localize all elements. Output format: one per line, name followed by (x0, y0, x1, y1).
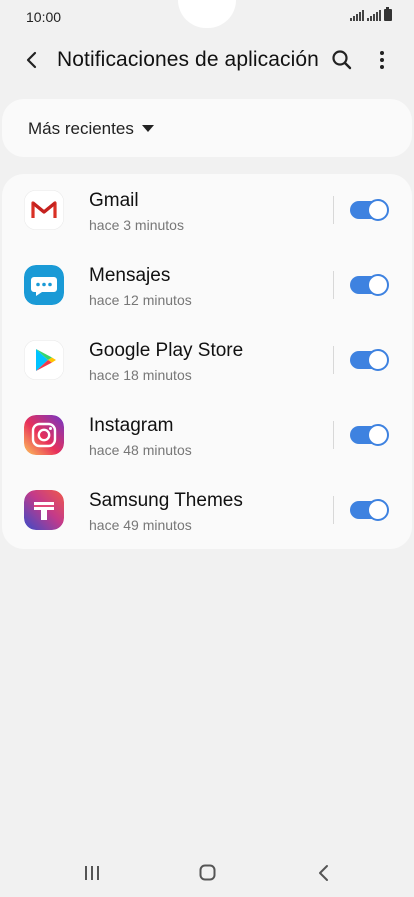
app-row-mensajes[interactable]: Mensajes hace 12 minutos (2, 249, 412, 324)
app-name: Mensajes (89, 265, 171, 286)
samsung-themes-icon (24, 490, 64, 530)
divider (333, 421, 334, 449)
notification-toggle[interactable] (350, 424, 389, 446)
chevron-left-icon (26, 51, 37, 69)
app-name: Gmail (89, 190, 139, 211)
app-list: Gmail hace 3 minutos Mensajes hace 12 mi… (2, 174, 412, 549)
caret-down-icon (142, 125, 154, 132)
app-time: hace 12 minutos (89, 292, 192, 308)
divider (333, 196, 334, 224)
nav-back-button[interactable] (316, 864, 332, 882)
status-icons (350, 7, 392, 21)
messages-icon (24, 265, 64, 305)
signal-icon (350, 10, 364, 21)
more-options-button[interactable] (370, 48, 394, 72)
app-row-samsung-themes[interactable]: Samsung Themes hace 49 minutos (2, 474, 412, 549)
divider (333, 271, 334, 299)
play-store-icon (24, 340, 64, 380)
home-button[interactable] (199, 864, 216, 881)
search-button[interactable] (330, 48, 354, 72)
app-time: hace 49 minutos (89, 517, 192, 533)
app-time: hace 18 minutos (89, 367, 192, 383)
more-vertical-icon (380, 51, 384, 69)
status-time: 10:00 (26, 9, 62, 25)
page-title: Notificaciones de aplicación (57, 48, 319, 71)
app-row-instagram[interactable]: Instagram hace 48 minutos (2, 399, 412, 474)
app-bar: Notificaciones de aplicación (0, 34, 414, 88)
notification-toggle[interactable] (350, 499, 389, 521)
back-icon (319, 865, 328, 881)
navigation-bar (0, 850, 414, 897)
notification-toggle[interactable] (350, 274, 389, 296)
status-bar: 10:00 (0, 0, 414, 34)
app-name: Google Play Store (89, 340, 244, 361)
recents-icon (85, 866, 99, 880)
divider (333, 496, 334, 524)
notification-toggle[interactable] (350, 349, 389, 371)
back-button[interactable] (20, 48, 44, 72)
camera-notch (178, 0, 236, 28)
battery-icon (384, 7, 392, 21)
app-time: hace 48 minutos (89, 442, 192, 458)
signal-icon (367, 10, 381, 21)
notification-toggle[interactable] (350, 199, 389, 221)
sort-label: Más recientes (28, 119, 134, 138)
search-icon (332, 50, 352, 70)
recents-button[interactable] (84, 865, 100, 881)
divider (333, 346, 334, 374)
app-row-gmail[interactable]: Gmail hace 3 minutos (2, 174, 412, 249)
app-name: Samsung Themes (89, 490, 243, 511)
sort-dropdown[interactable]: Más recientes (2, 99, 412, 157)
home-icon (199, 864, 216, 881)
app-name: Instagram (89, 415, 174, 436)
app-time: hace 3 minutos (89, 217, 184, 233)
instagram-icon (24, 415, 64, 455)
app-row-google-play-store[interactable]: Google Play Store hace 18 minutos (2, 324, 412, 399)
gmail-icon (24, 190, 64, 230)
